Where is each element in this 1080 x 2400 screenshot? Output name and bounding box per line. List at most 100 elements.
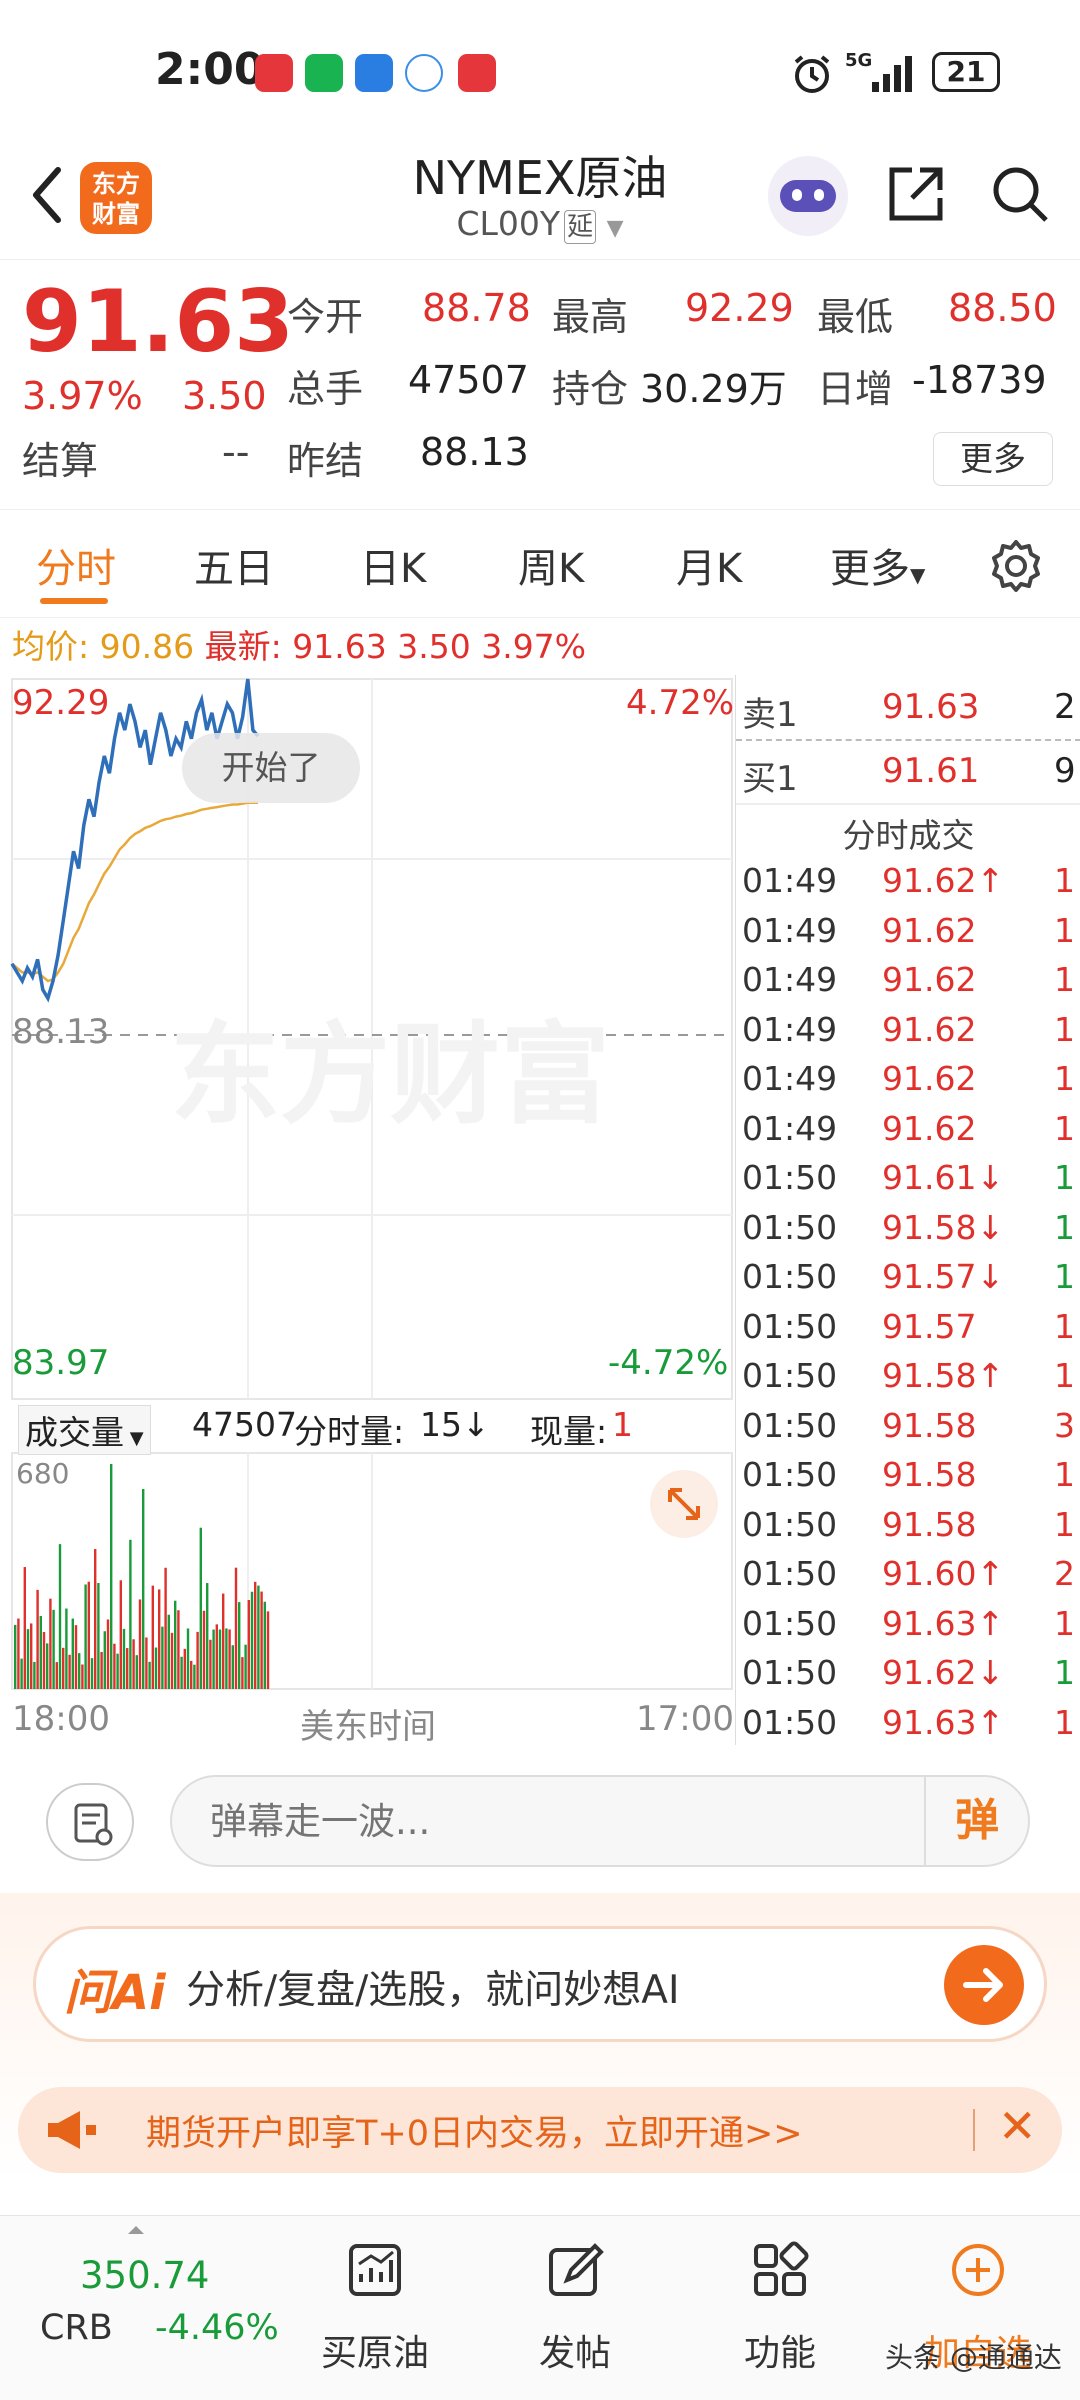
volume-bar — [238, 1602, 241, 1689]
tick-row: 01:50 91.58 1 — [736, 1501, 1080, 1550]
open-value: 88.78 — [422, 286, 531, 330]
caret-down-icon: ▼ — [124, 1428, 144, 1449]
tick-volume: 1 — [1054, 1158, 1075, 1197]
tick-row: 01:50 91.62↓ 1 — [736, 1649, 1080, 1698]
tick-row: 01:49 91.62 1 — [736, 1006, 1080, 1055]
quote-panel: 91.63 3.97% 3.50 今开 88.78 最高 92.29 最低 88… — [0, 262, 1080, 510]
page-title: NYMEX原油 — [412, 151, 668, 205]
bid-price: 91.61 — [882, 751, 980, 791]
delay-tag: 延 — [564, 210, 597, 244]
tick-price: 91.61↓ — [882, 1158, 1005, 1197]
volume-bar — [199, 1527, 202, 1689]
tab-more[interactable]: 更多▼ — [830, 536, 925, 594]
tick-volume: 1 — [1054, 1059, 1075, 1098]
tick-row: 01:49 91.62 1 — [736, 1055, 1080, 1104]
share-icon[interactable] — [884, 162, 948, 226]
buy-oil-button[interactable]: 买原油 — [285, 2216, 465, 2400]
volume-bar — [244, 1644, 247, 1689]
volume-bar — [65, 1608, 68, 1689]
volume-bar — [106, 1619, 110, 1689]
robot-avatar-icon[interactable] — [768, 156, 848, 236]
tab-five-day[interactable]: 五日 — [194, 536, 274, 594]
volume-bar — [196, 1631, 199, 1689]
tick-price: 91.62 — [882, 1059, 977, 1098]
y-axis-top-pct: 4.72% — [626, 683, 735, 723]
tick-price: 91.62 — [882, 960, 977, 999]
close-icon[interactable]: ✕ — [998, 2099, 1037, 2153]
tick-time: 01:50 — [742, 1405, 838, 1445]
volume-bar — [30, 1623, 33, 1689]
volume-bar — [190, 1660, 193, 1689]
ask-row: 卖1 91.63 2 — [736, 679, 1080, 739]
volume-bar — [49, 1598, 52, 1689]
volume-bar — [58, 1544, 62, 1689]
tick-time: 01:49 — [742, 960, 838, 999]
live-tooltip: 开始了 — [182, 733, 360, 803]
tick-volume: 2 — [1054, 1554, 1075, 1593]
ai-entry[interactable]: 问Ai 分析/复盘/选股，就问妙想AI — [36, 1929, 1044, 2039]
volume-bar — [247, 1600, 250, 1689]
volume-bar — [71, 1618, 74, 1689]
tick-time: 01:49 — [742, 1059, 838, 1098]
promo-separator — [973, 2109, 975, 2151]
caret-down-icon: ▼ — [910, 563, 926, 587]
volume-bar — [164, 1567, 167, 1689]
x-axis-start: 18:00 — [12, 1699, 110, 1739]
low-label: 最低 — [817, 295, 894, 339]
signal-icon — [872, 56, 912, 92]
search-icon[interactable] — [988, 162, 1052, 226]
note-button[interactable] — [46, 1783, 134, 1861]
volume-bar — [132, 1639, 135, 1689]
tab-daily-k[interactable]: 日K — [360, 536, 426, 594]
tick-price: 91.63↑ — [882, 1603, 1005, 1643]
volume-bar — [151, 1585, 154, 1689]
expand-icon[interactable] — [650, 1470, 718, 1538]
chevron-down-icon: ▼ — [606, 216, 624, 241]
tab-weekly-k[interactable]: 周K — [518, 536, 584, 594]
gear-icon[interactable] — [988, 538, 1044, 594]
tick-volume: 1 — [1054, 910, 1075, 950]
daily-inc-value: -18739 — [912, 358, 1047, 402]
danmu-button[interactable]: 弹 — [924, 1777, 1028, 1865]
index-ticker[interactable]: 350.74 CRB -4.46% — [0, 2216, 290, 2400]
arrow-right-icon[interactable] — [944, 1945, 1024, 2025]
plus-circle-icon — [952, 2244, 1004, 2296]
functions-button[interactable]: 功能 — [690, 2216, 870, 2400]
tab-monthly-k[interactable]: 月K — [676, 536, 742, 594]
volume-bar — [135, 1655, 138, 1689]
tick-price: 91.62 — [882, 1009, 977, 1049]
back-button[interactable] — [18, 160, 78, 230]
tab-more-label: 更多 — [830, 546, 910, 592]
tick-volume: 1 — [1054, 1356, 1075, 1395]
tick-volume: 1 — [1054, 1653, 1075, 1692]
promo-banner[interactable]: 期货开户即享T+0日内交易，立即开通>> ✕ — [18, 2087, 1062, 2173]
source-watermark: 头条 @通通达 — [885, 2341, 1062, 2374]
volume-bar — [266, 1611, 270, 1689]
price-line — [10, 678, 260, 1003]
caret-up-icon — [128, 2226, 144, 2234]
chart-tabs: 分时 五日 日K 周K 月K 更多▼ — [0, 510, 1080, 618]
volume-bar — [145, 1637, 148, 1689]
post-label: 发帖 — [538, 2333, 611, 2374]
volume-bar — [138, 1599, 142, 1689]
tick-row: 01:50 91.61↓ 1 — [736, 1154, 1080, 1203]
intraday-chart[interactable]: 东方财富 92.29 4.72% 88.13 83.97 -4.72% 开始了 … — [0, 675, 735, 1747]
orderbook-panel: 卖1 91.63 2 买1 91.61 9 分时成交 01:49 91.62↑ 1 0… — [735, 675, 1080, 1745]
settle-value: -- — [222, 430, 250, 474]
y-axis-bottom: 83.97 — [12, 1343, 110, 1383]
volume-indicator-selector[interactable]: 成交量 ▼ — [18, 1405, 151, 1455]
avg-label: 均价: — [12, 627, 90, 666]
volume-bar — [177, 1610, 180, 1689]
tick-row: 01:50 91.58 3 — [736, 1402, 1080, 1451]
post-button[interactable]: 发帖 — [485, 2216, 665, 2400]
danmu-input[interactable] — [170, 1775, 1030, 1867]
index-name: CRB — [40, 2308, 113, 2348]
tab-intraday[interactable]: 分时 — [36, 536, 116, 594]
contract-selector[interactable]: CL00Y 延 ▼ — [300, 204, 780, 244]
volume-bar — [110, 1464, 113, 1689]
x-axis-end: 17:00 — [636, 1699, 734, 1739]
volume-bar — [46, 1643, 49, 1689]
tick-price: 91.62↑ — [882, 861, 1005, 900]
more-button[interactable]: 更多 — [933, 432, 1053, 486]
tick-price: 91.57↓ — [882, 1257, 1005, 1296]
